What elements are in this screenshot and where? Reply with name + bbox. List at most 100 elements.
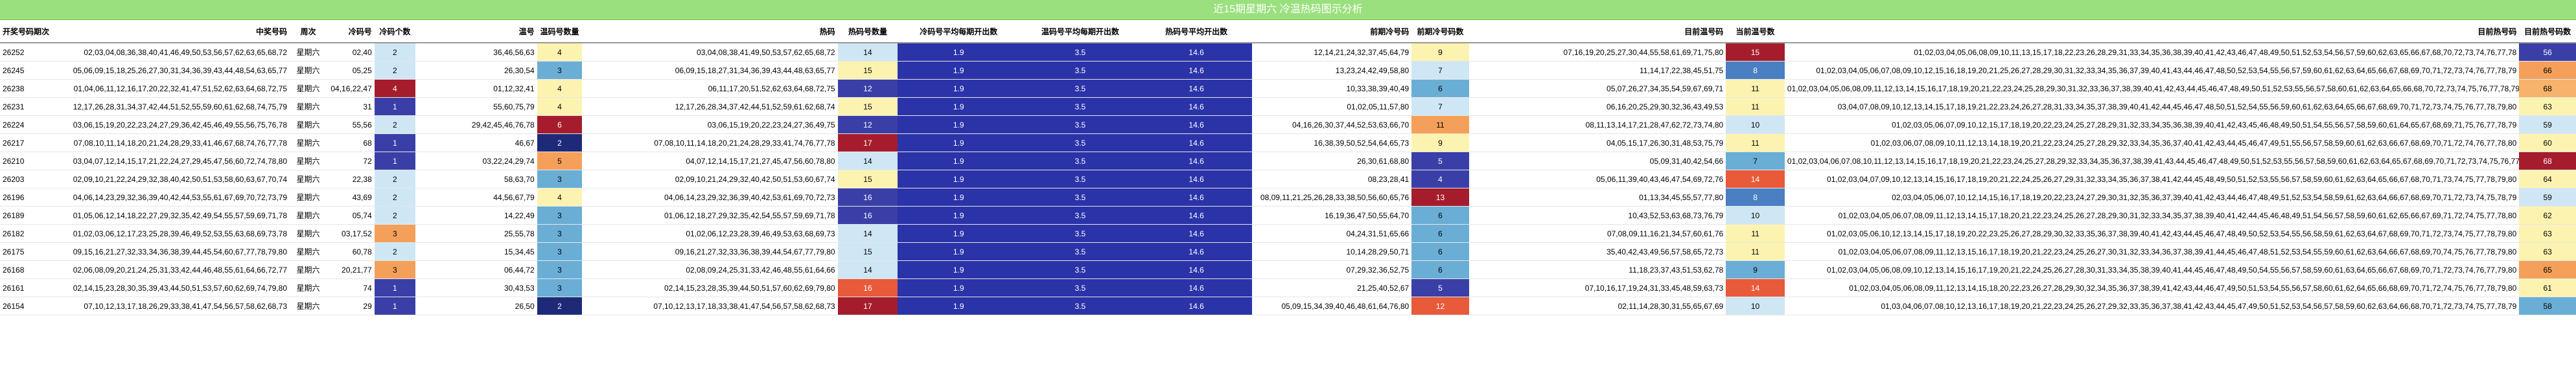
warm-numbers-cell: 14,22,49 (415, 206, 537, 225)
winning-numbers-cell: 09,15,16,21,27,32,33,34,36,38,39,44,45,5… (49, 242, 290, 261)
cur-warm-count-cell: 11 (1726, 79, 1785, 98)
avg-cold-cell: 1.9 (898, 97, 1020, 116)
hot-count-cell: 15 (837, 97, 898, 116)
col-header-warm-count: 温码号数量 (537, 20, 583, 43)
period-cell: 26154 (0, 297, 49, 315)
prev-cold-numbers-cell: 07,29,32,36,52,75 (1251, 260, 1412, 279)
avg-cold-cell: 1.9 (898, 61, 1020, 80)
col-header-cold-count: 冷码个数 (374, 20, 415, 43)
prev-cold-numbers-cell: 21,25,40,52,67 (1251, 278, 1412, 297)
cur-warm-numbers-cell: 02,11,14,28,30,31,55,65,67,69 (1468, 297, 1726, 315)
col-header-cur-hot: 目前热号码 (1784, 20, 2520, 43)
avg-cold-cell: 1.9 (898, 206, 1020, 225)
prev-cold-numbers-cell: 13,23,24,42,49,58,80 (1251, 61, 1412, 80)
cur-warm-numbers-cell: 05,06,11,39,40,43,46,47,54,69,72,76 (1468, 170, 1726, 188)
winning-numbers-cell: 02,06,08,09,20,21,24,25,31,33,42,44,46,4… (49, 260, 290, 279)
avg-warm-cell: 3.5 (1019, 152, 1141, 170)
hot-count-cell: 15 (837, 242, 898, 261)
period-cell: 26231 (0, 97, 49, 116)
col-header-hot-count: 热码号数量 (837, 20, 898, 43)
avg-hot-cell: 14.6 (1141, 297, 1252, 315)
warm-numbers-cell: 46,67 (415, 133, 537, 152)
hot-numbers-cell: 12,17,26,28,34,37,42,44,51,52,59,61,62,6… (582, 97, 838, 116)
prev-cold-count-cell: 6 (1411, 206, 1469, 225)
cur-hot-count-cell: 58 (2519, 297, 2576, 315)
cold-count-cell: 1 (374, 278, 415, 297)
avg-hot-cell: 14.6 (1141, 278, 1252, 297)
table-row: 26224 03,06,15,19,20,22,23,24,27,29,36,42… (0, 115, 2576, 134)
cur-warm-count-cell: 15 (1726, 43, 1785, 62)
avg-warm-cell: 3.5 (1019, 97, 1141, 116)
cur-hot-count-cell: 68 (2519, 79, 2576, 98)
period-cell: 26203 (0, 170, 49, 188)
cur-hot-numbers-cell: 01,02,03,04,05,06,08,09,10,12,13,14,15,1… (1784, 260, 2520, 279)
cold-numbers-cell: 72 (326, 152, 375, 170)
cur-warm-numbers-cell: 04,05,15,17,26,30,31,48,53,75,79 (1468, 133, 1726, 152)
cur-hot-numbers-cell: 01,02,03,04,05,06,08,09,11,12,13,14,15,1… (1784, 278, 2520, 297)
hot-numbers-cell: 09,16,21,27,32,33,36,38,39,44,54,67,77,7… (582, 242, 838, 261)
cur-warm-count-cell: 8 (1726, 188, 1785, 207)
cur-hot-count-cell: 68 (2519, 152, 2576, 170)
hot-numbers-cell: 06,09,15,18,27,31,34,36,39,43,44,48,63,6… (582, 61, 838, 80)
table-body: 26252 02,03,04,08,36,38,40,41,46,49,50,53… (0, 43, 2576, 315)
hot-numbers-cell: 04,07,12,14,15,17,21,27,45,47,56,60,78,8… (582, 152, 838, 170)
cold-count-cell: 4 (374, 79, 415, 98)
cur-hot-numbers-cell: 01,02,03,04,05,06,08,09,11,12,13,14,15,1… (1784, 79, 2520, 98)
winning-numbers-cell: 05,06,09,15,18,25,26,27,30,31,34,36,39,4… (49, 61, 290, 80)
period-cell: 26210 (0, 152, 49, 170)
warm-numbers-cell: 58,63,70 (415, 170, 537, 188)
prev-cold-count-cell: 13 (1411, 188, 1469, 207)
cur-warm-count-cell: 14 (1726, 170, 1785, 188)
prev-cold-numbers-cell: 16,19,36,47,50,55,64,70 (1251, 206, 1412, 225)
cur-warm-numbers-cell: 06,16,20,25,29,30,32,36,43,49,53 (1468, 97, 1726, 116)
winning-numbers-cell: 02,14,15,23,28,30,35,39,43,44,50,51,53,5… (49, 278, 290, 297)
winning-numbers-cell: 01,02,03,06,12,17,23,25,28,39,46,49,52,5… (49, 224, 290, 243)
cur-warm-count-cell: 14 (1726, 278, 1785, 297)
cold-numbers-cell: 03,17,52 (326, 224, 375, 243)
cold-numbers-cell: 05,25 (326, 61, 375, 80)
avg-warm-cell: 3.5 (1019, 224, 1141, 243)
cur-warm-numbers-cell: 05,07,26,27,34,35,54,59,67,69,71 (1468, 79, 1726, 98)
cur-hot-count-cell: 63 (2519, 224, 2576, 243)
cur-hot-count-cell: 64 (2519, 170, 2576, 188)
prev-cold-numbers-cell: 10,33,38,39,40,49 (1251, 79, 1412, 98)
cold-numbers-cell: 20,21,77 (326, 260, 375, 279)
avg-warm-cell: 3.5 (1019, 188, 1141, 207)
cur-warm-count-cell: 9 (1726, 260, 1785, 279)
winning-numbers-cell: 12,17,26,28,31,34,37,42,44,51,52,55,59,6… (49, 97, 290, 116)
avg-hot-cell: 14.6 (1141, 206, 1252, 225)
warm-count-cell: 3 (537, 170, 583, 188)
cold-numbers-cell: 60,78 (326, 242, 375, 261)
hot-numbers-cell: 02,09,10,21,24,29,32,40,42,50,51,53,60,6… (582, 170, 838, 188)
cur-hot-count-cell: 66 (2519, 61, 2576, 80)
col-header-cur-warm: 目前温号码 (1468, 20, 1726, 43)
cold-count-cell: 2 (374, 170, 415, 188)
avg-cold-cell: 1.9 (898, 260, 1020, 279)
cold-numbers-cell: 43,69 (326, 188, 375, 207)
hot-count-cell: 15 (837, 61, 898, 80)
avg-hot-cell: 14.6 (1141, 188, 1252, 207)
cold-numbers-cell: 04,16,22,47 (326, 79, 375, 98)
cold-count-cell: 2 (374, 43, 415, 62)
warm-numbers-cell: 03,22,24,29,74 (415, 152, 537, 170)
hot-numbers-cell: 02,14,15,23,28,35,39,44,50,51,57,60,62,6… (582, 278, 838, 297)
prev-cold-count-cell: 11 (1411, 115, 1469, 134)
week-cell: 星期六 (290, 152, 327, 170)
week-cell: 星期六 (290, 188, 327, 207)
warm-numbers-cell: 15,34,45 (415, 242, 537, 261)
cold-numbers-cell: 29 (326, 297, 375, 315)
warm-numbers-cell: 26,50 (415, 297, 537, 315)
col-header-avg-hot: 热码号平均开出数 (1141, 20, 1252, 43)
prev-cold-count-cell: 9 (1411, 43, 1469, 62)
avg-cold-cell: 1.9 (898, 242, 1020, 261)
hot-count-cell: 14 (837, 43, 898, 62)
avg-cold-cell: 1.9 (898, 79, 1020, 98)
cur-hot-numbers-cell: 01,03,04,06,07,08,10,12,13,16,17,18,19,2… (1784, 297, 2520, 315)
col-header-week: 周次 (290, 20, 327, 43)
cur-hot-count-cell: 65 (2519, 260, 2576, 279)
cur-warm-numbers-cell: 07,10,16,17,19,24,31,33,45,48,59,63,73 (1468, 278, 1726, 297)
avg-hot-cell: 14.6 (1141, 43, 1252, 62)
cur-hot-numbers-cell: 01,02,03,06,07,08,09,10,11,12,13,14,18,1… (1784, 133, 2520, 152)
prev-cold-count-cell: 9 (1411, 133, 1469, 152)
cur-warm-count-cell: 10 (1726, 206, 1785, 225)
